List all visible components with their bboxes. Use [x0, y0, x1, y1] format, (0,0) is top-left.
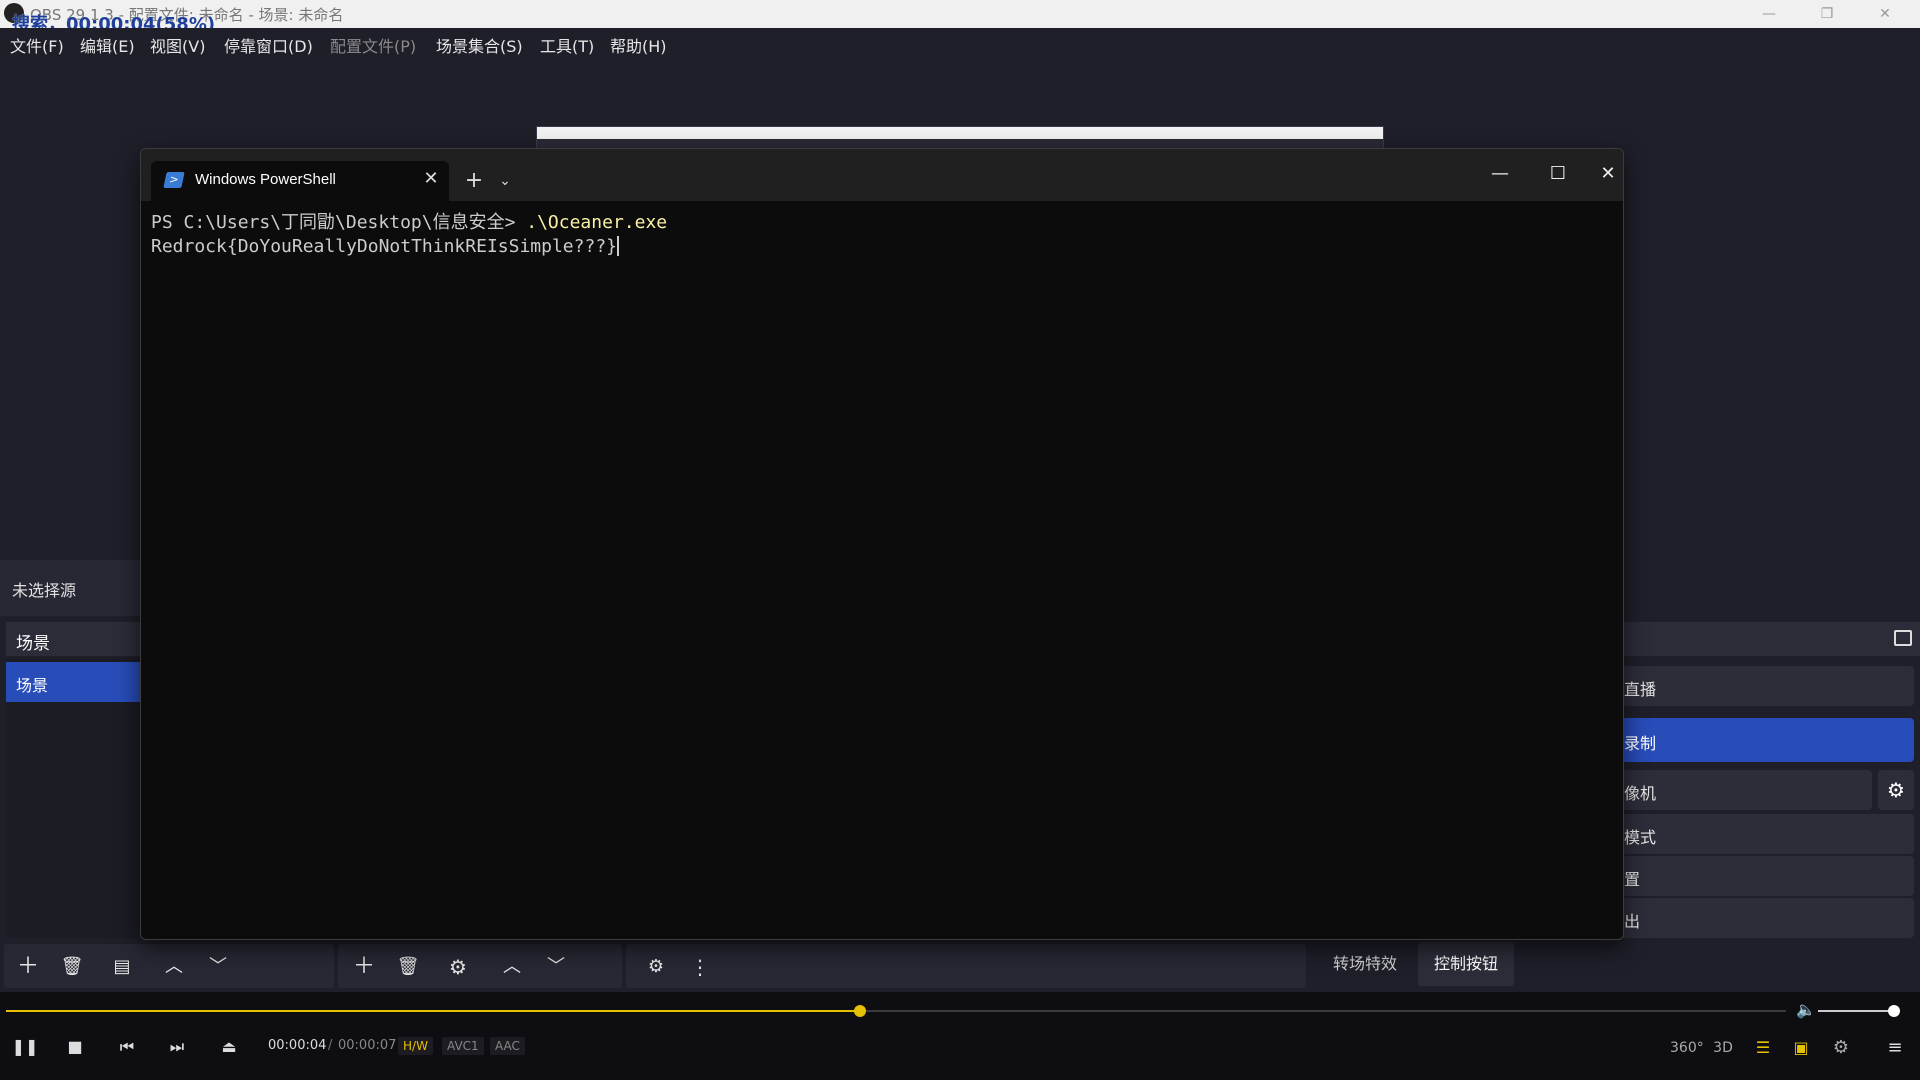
previous-icon[interactable]: ⏮ — [112, 1034, 142, 1060]
terminal-close-icon[interactable]: ✕ — [1593, 159, 1623, 189]
tab-controls[interactable]: 控制按钮 — [1418, 942, 1514, 986]
seek-progress — [6, 1010, 861, 1012]
menu-scene-collection[interactable]: 场景集合(S) — [436, 33, 523, 57]
output-text: Redrock{DoYouReallyDoNotThinkREIsSimple?… — [151, 236, 617, 257]
tab-close-icon[interactable]: ✕ — [419, 167, 443, 191]
time-separator: / — [328, 1038, 333, 1053]
stop-recording-button[interactable]: 录制 — [1620, 718, 1914, 762]
menu-hamburger-icon[interactable]: ≡ — [1880, 1035, 1910, 1061]
seek-bar[interactable] — [6, 1005, 1786, 1017]
pause-icon[interactable]: ❚❚ — [10, 1034, 40, 1060]
controls-dock-header — [1620, 622, 1920, 656]
menu-profile[interactable]: 配置文件(P) — [330, 33, 416, 57]
stop-recording-label: 录制 — [1624, 734, 1657, 753]
menu-view[interactable]: 视图(V) — [150, 33, 205, 57]
source-properties-gear-icon[interactable]: ⚙ — [440, 952, 476, 982]
restore-icon[interactable]: ❐ — [1804, 2, 1850, 26]
mixer-menu-kebab-icon[interactable]: ⋮ — [682, 952, 718, 982]
start-streaming-label: 直播 — [1624, 680, 1657, 699]
vr360-icon[interactable]: 360° — [1670, 1035, 1704, 1061]
mixer-toolbar: ⚙ ⋮ — [626, 944, 1306, 988]
settings-label: 置 — [1624, 870, 1641, 889]
controls-dock: 直播 录制 像机 ⚙ 模式 置 出 — [1620, 622, 1920, 938]
hw-decode-badge: H/W — [398, 1037, 433, 1055]
scene-move-down-chevron-icon[interactable]: ﹀ — [200, 952, 236, 982]
volume-icon[interactable]: 🔈 — [1796, 1000, 1816, 1019]
obs-menubar: 文件(F) 编辑(E) 视图(V) 停靠窗口(D) 配置文件(P) 场景集合(S… — [0, 28, 1920, 58]
scenes-toolbar: ＋ 🗑 ▤ ︿ ﹀ — [4, 944, 334, 988]
advanced-audio-gears-icon[interactable]: ⚙ — [638, 952, 674, 982]
tab-dropdown-chevron-down-icon[interactable]: ⌄ — [491, 167, 519, 195]
new-tab-plus-icon[interactable]: + — [459, 167, 489, 195]
exit-button[interactable]: 出 — [1620, 898, 1914, 938]
video-codec-badge: AVC1 — [442, 1037, 484, 1055]
subtitle-icon[interactable]: ▣ — [1786, 1035, 1816, 1061]
minimize-icon[interactable]: — — [1746, 2, 1792, 26]
menu-edit[interactable]: 编辑(E) — [80, 33, 135, 57]
undock-icon[interactable] — [1894, 630, 1912, 646]
output-line: Redrock{DoYouReallyDoNotThinkREIsSimple?… — [151, 235, 1613, 259]
dock-toolbar: ＋ 🗑 ▤ ︿ ﹀ ＋ 🗑 ⚙ ︿ ﹀ ⚙ ⋮ 转场特效 控制按钮 — [0, 940, 1920, 992]
studio-mode-button[interactable]: 模式 — [1620, 814, 1914, 854]
source-move-down-chevron-icon[interactable]: ﹀ — [538, 952, 574, 982]
menu-docks[interactable]: 停靠窗口(D) — [224, 33, 313, 57]
remove-source-trash-icon[interactable]: 🗑 — [390, 952, 426, 982]
volume-slider[interactable] — [1818, 1010, 1898, 1012]
prompt-line: PS C:\Users\丁同勖\Desktop\信息安全> .\Oceaner.… — [151, 211, 1613, 235]
prompt-text: PS C:\Users\丁同勖\Desktop\信息安全> — [151, 212, 527, 233]
media-player-bar: 🔈 ❚❚ ■ ⏮ ⏭ ⏏ 00:00:04 / 00:00:07 H/W AVC… — [0, 992, 1920, 1080]
add-source-plus-icon[interactable]: ＋ — [346, 952, 382, 982]
volume-handle[interactable] — [1888, 1005, 1900, 1017]
no-source-selected: 未选择源 — [0, 560, 160, 616]
scene-item-label: 场景 — [16, 676, 49, 695]
next-icon[interactable]: ⏭ — [162, 1034, 192, 1060]
remove-scene-trash-icon[interactable]: 🗑 — [54, 952, 90, 982]
menu-tools[interactable]: 工具(T) — [540, 33, 594, 57]
command-text: .\Oceaner.exe — [526, 212, 668, 233]
current-time: 00:00:04 — [268, 1038, 327, 1053]
audio-codec-badge: AAC — [490, 1037, 525, 1055]
scenes-header-label: 场景 — [16, 634, 50, 654]
settings-button[interactable]: 置 — [1620, 856, 1914, 896]
scene-move-up-chevron-icon[interactable]: ︿ — [156, 952, 192, 982]
text-cursor — [617, 236, 619, 256]
screen: OBS 29.1.3 - 配置文件: 未命名 - 场景: 未命名 搜索，00:0… — [0, 0, 1920, 1080]
settings-gear-icon[interactable]: ⚙ — [1826, 1035, 1856, 1061]
terminal-titlebar: > Windows PowerShell ✕ + ⌄ — ☐ ✕ — [141, 149, 1623, 201]
add-scene-plus-icon[interactable]: ＋ — [10, 952, 46, 982]
terminal-minimize-icon[interactable]: — — [1477, 159, 1523, 189]
sources-toolbar: ＋ 🗑 ⚙ ︿ ﹀ — [338, 944, 622, 988]
obs-titlebar: OBS 29.1.3 - 配置文件: 未命名 - 场景: 未命名 搜索，00:0… — [0, 0, 1920, 35]
menu-file[interactable]: 文件(F) — [10, 33, 64, 57]
tab-windows-powershell[interactable]: > Windows PowerShell ✕ — [151, 161, 449, 201]
menu-help[interactable]: 帮助(H) — [610, 33, 667, 57]
start-streaming-button[interactable]: 直播 — [1620, 666, 1914, 706]
virtual-camera-settings-gear-icon[interactable]: ⚙ — [1878, 770, 1914, 810]
virtual-camera-label: 像机 — [1624, 784, 1657, 803]
terminal-output[interactable]: PS C:\Users\丁同勖\Desktop\信息安全> .\Oceaner.… — [151, 211, 1613, 929]
powershell-icon: > — [163, 172, 185, 188]
virtual-camera-button[interactable]: 像机 — [1620, 770, 1872, 810]
playlist-search-icon[interactable]: ☰ — [1748, 1035, 1778, 1061]
scenes-dock-header: 场景 — [6, 622, 160, 656]
source-move-up-chevron-icon[interactable]: ︿ — [494, 952, 530, 982]
total-time: 00:00:07 — [338, 1038, 397, 1053]
seek-handle[interactable] — [854, 1005, 867, 1017]
no-source-label: 未选择源 — [12, 581, 77, 600]
exit-label: 出 — [1624, 912, 1641, 931]
nested-titlebar — [537, 127, 1383, 139]
stop-icon[interactable]: ■ — [60, 1034, 90, 1060]
powershell-window: > Windows PowerShell ✕ + ⌄ — ☐ ✕ PS C:\U… — [140, 148, 1624, 940]
tab-transitions[interactable]: 转场特效 — [1318, 942, 1412, 986]
eject-icon[interactable]: ⏏ — [214, 1034, 244, 1060]
scene-item[interactable]: 场景 — [6, 662, 160, 702]
scene-filters-icon[interactable]: ▤ — [104, 952, 140, 982]
tab-title: Windows PowerShell — [195, 171, 336, 188]
studio-mode-label: 模式 — [1624, 828, 1657, 847]
scenes-list: 场景 — [6, 658, 160, 938]
terminal-maximize-icon[interactable]: ☐ — [1535, 159, 1581, 189]
close-icon[interactable]: ✕ — [1862, 2, 1908, 26]
3d-icon[interactable]: 3D — [1708, 1035, 1738, 1061]
